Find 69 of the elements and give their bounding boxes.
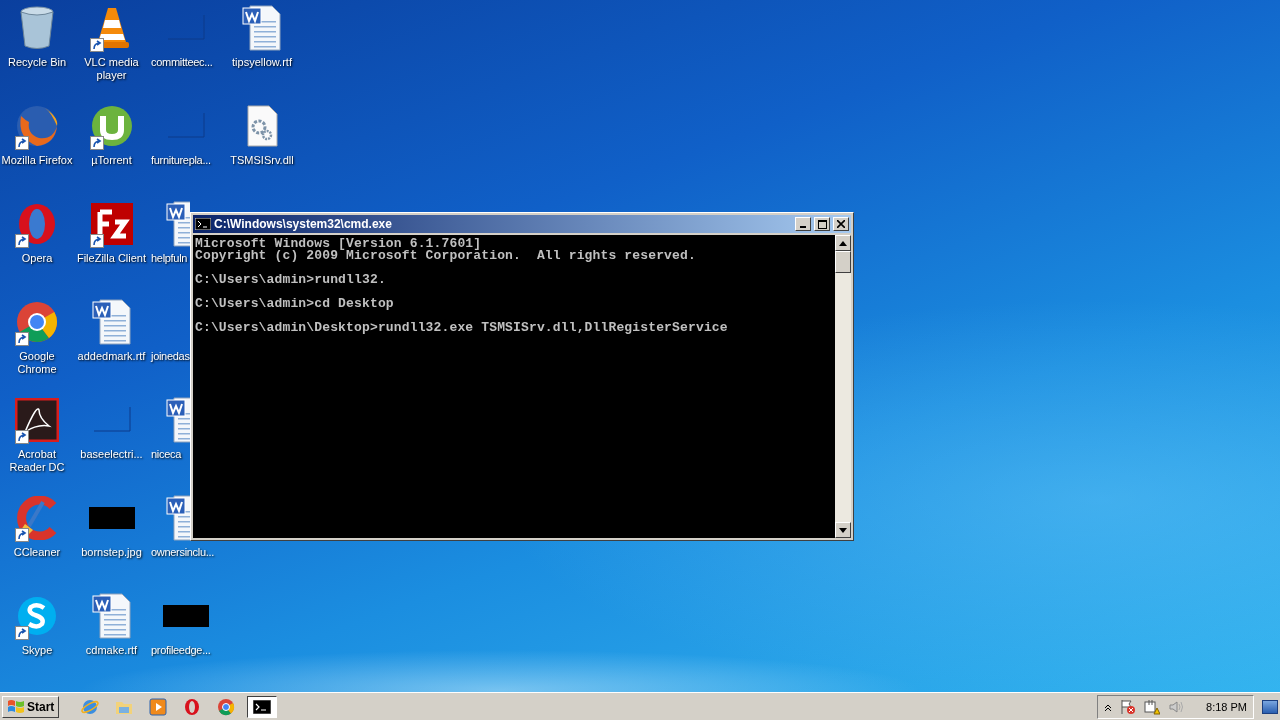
zigzag-square-icon (89, 202, 134, 246)
ring-icon (17, 202, 57, 246)
console-line: C:\Users\admin>cd Desktop (195, 298, 395, 310)
icon-label[interactable]: bornstep.jpg (81, 546, 142, 559)
globe-icon (81, 697, 100, 716)
show-desktop-button[interactable] (1262, 699, 1278, 714)
network-icon[interactable] (1144, 698, 1161, 715)
chevron-up-icon[interactable] (1104, 702, 1113, 711)
arrow-down-icon[interactable] (839, 527, 847, 533)
console-icon (195, 218, 211, 230)
maximize-icon (817, 219, 827, 229)
minimize-button[interactable] (795, 217, 811, 231)
icon-label[interactable]: ownersinclu... (149, 546, 215, 559)
document-icon (242, 5, 282, 51)
icon-label[interactable]: tipsyellow.rtf (232, 56, 292, 69)
maximize-button[interactable] (814, 217, 830, 231)
window-title: C:\Windows\system32\cmd.exe (214, 217, 393, 231)
icon-label[interactable]: addedmark.rtf (77, 350, 146, 363)
close-icon (837, 220, 845, 228)
close-button[interactable] (833, 217, 849, 231)
icon-label[interactable]: helpfuln (149, 252, 188, 265)
blank-file-icon (166, 111, 206, 141)
icon-label[interactable]: committeec... (149, 56, 213, 69)
loop-symbol-icon (15, 398, 59, 442)
gear-document-icon (245, 105, 279, 147)
scroll-thumb[interactable] (835, 251, 851, 273)
icon-label[interactable]: profileedge... (149, 644, 211, 657)
icon-label[interactable]: FileZilla Client (76, 252, 147, 265)
icon-label[interactable]: joinedas (149, 350, 190, 363)
document-icon (91, 299, 132, 345)
icon-label[interactable]: baseelectri... (80, 448, 143, 461)
pinwheel-circle-icon (217, 697, 236, 716)
console-line: Copyright (c) 2009 Microsoft Corporation. All rights reserved. (195, 250, 697, 262)
icon-label[interactable]: µTorrent (91, 154, 132, 167)
console-line: C:\Users\admin\Desktop>rundll32.exe TSMSISrv.dll,DllRegisterService (195, 322, 729, 334)
console-line: C:\Users\admin>rundll32. (195, 274, 387, 286)
clock: 8:18 PM (1206, 700, 1247, 713)
icon-label[interactable]: Opera (21, 252, 53, 265)
ring-icon (184, 697, 201, 716)
console-icon (253, 699, 272, 714)
fox-globe-icon (15, 104, 59, 148)
icon-label[interactable]: Skype (21, 644, 53, 657)
taskbar-app-button[interactable] (247, 695, 278, 718)
blank-file-icon (91, 405, 132, 435)
trash-bin-icon (19, 6, 55, 50)
icon-label[interactable]: TSMSISrv.dll (230, 154, 294, 167)
document-icon (91, 593, 132, 639)
icon-label[interactable]: furniturepla... (149, 154, 211, 167)
icon-label[interactable]: Recycle Bin (7, 56, 67, 69)
icon-label[interactable]: CCleaner (13, 546, 61, 559)
bubble-icon (15, 594, 59, 638)
dark-thumbnail-icon (163, 605, 209, 627)
start-button[interactable]: Start (2, 695, 60, 718)
arrow-up-icon[interactable] (839, 240, 847, 246)
icon-label[interactable]: Acrobat Reader DC (0, 448, 74, 474)
play-icon (149, 697, 168, 716)
icon-label[interactable]: Google Chrome (0, 350, 74, 376)
windows-logo-icon (7, 698, 25, 715)
icon-label[interactable]: niceca (149, 448, 181, 461)
icon-label[interactable]: Mozilla Firefox (1, 154, 73, 167)
pinwheel-circle-icon (15, 300, 59, 344)
flag-icon[interactable] (1120, 698, 1137, 715)
arc-brush-icon (15, 496, 59, 540)
icon-label[interactable]: cdmake.rtf (85, 644, 138, 657)
dark-thumbnail-icon (88, 507, 135, 529)
console-line: Microsoft Windows [Version 6.1.7601] (195, 238, 482, 250)
scrollbar[interactable] (835, 235, 851, 538)
icon-label[interactable]: VLC media player (74, 56, 149, 82)
blank-file-icon (166, 13, 206, 43)
